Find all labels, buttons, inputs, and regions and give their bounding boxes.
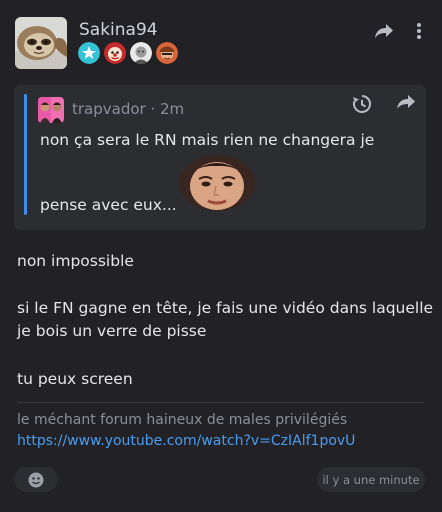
signature-text: le méchant forum haineux de males privil… (17, 412, 348, 428)
star-badge-icon[interactable] (78, 42, 100, 64)
quote-accent-bar (24, 94, 27, 215)
face-emote-icon (179, 155, 255, 211)
post-text-p3: tu peux screen (17, 370, 133, 388)
share-icon[interactable] (374, 23, 394, 43)
quote-avatar-icon[interactable] (38, 97, 64, 123)
emoji-react-icon (28, 472, 44, 487)
quote-actions (352, 94, 416, 118)
signature-divider (17, 402, 425, 403)
clown-badge-icon[interactable] (104, 42, 126, 64)
quote-text-line-2: pense avec eux... (40, 196, 177, 214)
face-badge-icon-2[interactable] (156, 42, 178, 64)
post-actions (374, 22, 422, 44)
author-avatar[interactable] (15, 17, 67, 69)
history-icon[interactable] (352, 94, 372, 118)
post-card: Sakina94 trapvador · 2m non ça sera le R… (0, 0, 442, 512)
sloth-avatar-icon (15, 17, 67, 69)
post-text-p2-line2: je bois un verre de pisse (17, 322, 207, 340)
face-badge-icon[interactable] (130, 42, 152, 64)
quote-author[interactable]: trapvador · 2m (72, 100, 184, 118)
share-icon[interactable] (396, 94, 416, 118)
author-username[interactable]: Sakina94 (79, 20, 158, 40)
author-badges (78, 42, 178, 64)
post-text-p2-line1: si le FN gagne en tête, je fais une vidé… (17, 299, 434, 317)
add-reaction-button[interactable] (14, 467, 58, 492)
signature-link[interactable]: https://www.youtube.com/watch?v=CzIAlf1p… (17, 433, 355, 449)
more-icon[interactable] (416, 22, 422, 44)
post-timestamp[interactable]: il y a une minute (317, 467, 425, 492)
post-text-p1: non impossible (17, 252, 134, 270)
quote-text-line-1: non ça sera le RN mais rien ne changera … (40, 131, 375, 149)
